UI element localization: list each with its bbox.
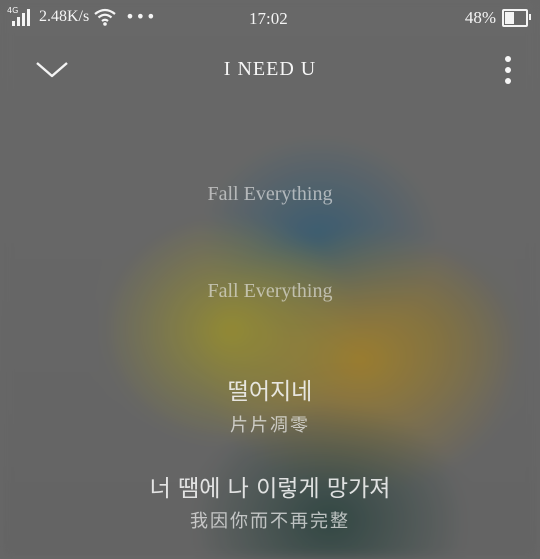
lyric-line[interactable]: Fall Everything: [0, 280, 540, 303]
lyric-line[interactable]: 너 땜에 나 이렇게 망가져: [0, 469, 540, 503]
lyric-translation[interactable]: 我因你而不再完整: [0, 507, 540, 533]
lyrics-view[interactable]: Fall Everything Fall Everything 떨어지네 片片凋…: [0, 0, 540, 559]
lyric-translation[interactable]: 片片凋零: [0, 411, 540, 437]
lyric-line-current[interactable]: 떨어지네: [0, 372, 540, 406]
lyric-line[interactable]: Fall Everything: [0, 183, 540, 206]
